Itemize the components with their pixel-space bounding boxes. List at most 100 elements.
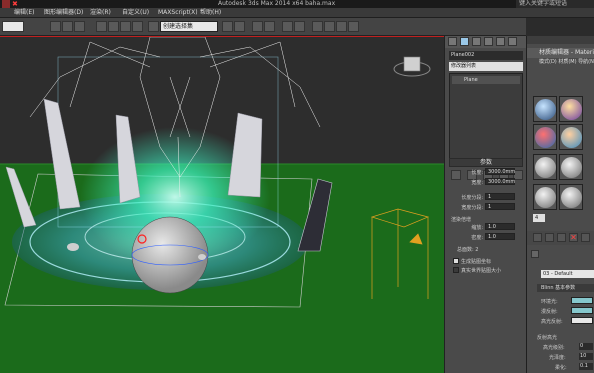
hierarchy-tab-icon[interactable] xyxy=(472,37,481,46)
spec-level-field[interactable]: 0 xyxy=(579,343,593,350)
display-tab-icon[interactable] xyxy=(496,37,505,46)
crystal-shard xyxy=(227,112,263,198)
copy-material-icon[interactable] xyxy=(581,233,590,242)
close-file-icon[interactable]: ✖ xyxy=(12,0,20,8)
width-segs-field[interactable]: 1 xyxy=(485,203,515,210)
menu-help[interactable]: 帮助(H) xyxy=(200,8,221,18)
parameters-rollout[interactable]: 参数 xyxy=(449,158,523,167)
angle-snap-icon[interactable] xyxy=(108,21,119,32)
material-slot[interactable] xyxy=(533,124,557,150)
schematic-view-icon[interactable] xyxy=(294,21,305,32)
put-to-scene-icon[interactable] xyxy=(545,233,554,242)
rendered-frame-icon[interactable] xyxy=(336,21,347,32)
ambient-color-swatch[interactable] xyxy=(571,297,593,304)
scale-label: 缩放: xyxy=(471,225,483,231)
object-name-field[interactable]: Plane002 xyxy=(449,51,523,60)
gloss-label: 光泽度: xyxy=(549,355,566,361)
modifier-list-dropdown[interactable]: 修改器列表 xyxy=(449,62,523,71)
material-slot[interactable] xyxy=(559,184,583,210)
select-object-icon[interactable] xyxy=(2,21,24,32)
length-segs-field[interactable]: 1 xyxy=(485,193,515,200)
length-label: 长度: xyxy=(471,170,483,176)
edit-named-selection-icon[interactable] xyxy=(148,21,159,32)
menu-customize[interactable]: 自定义(U) xyxy=(122,8,149,18)
menu-bar: 编辑(E) 图形编辑器(D) 渲染(R) 自定义(U) MAXScript(X)… xyxy=(0,8,594,18)
named-selection-set-combo[interactable]: 创建选择集 xyxy=(160,21,218,32)
specular-highlights-label: 反射高光 xyxy=(537,335,558,341)
width-segs-label: 宽度分段: xyxy=(461,205,483,211)
material-slot[interactable] xyxy=(533,184,557,210)
width-field[interactable]: 3000.0mm xyxy=(485,178,515,185)
material-slot[interactable] xyxy=(559,96,583,122)
material-slot[interactable] xyxy=(533,154,557,180)
snap-toggle-icon[interactable] xyxy=(96,21,107,32)
menu-graph-editors[interactable]: 图形编辑器(D) xyxy=(44,8,83,18)
material-slot[interactable] xyxy=(533,96,557,122)
utilities-tab-icon[interactable] xyxy=(508,37,517,46)
gloss-field[interactable]: 10 xyxy=(579,353,593,360)
material-editor-menu[interactable]: 模式(D) 材质(M) 导航(N) xyxy=(527,58,594,66)
menu-maxscript[interactable]: MAXScript(X) xyxy=(158,8,198,18)
pebble xyxy=(67,243,79,251)
spinner-snap-icon[interactable] xyxy=(132,21,143,32)
real-world-label: 真实世界贴图大小 xyxy=(461,268,502,274)
reset-material-icon[interactable]: ✕ xyxy=(569,233,578,242)
material-sample-sphere xyxy=(561,157,582,178)
viewport-scene xyxy=(0,37,444,373)
app-logo-icon[interactable] xyxy=(2,0,10,8)
create-tab-icon[interactable] xyxy=(448,37,457,46)
material-sample-sphere xyxy=(535,157,556,178)
perspective-viewport[interactable] xyxy=(0,36,444,373)
main-toolbar: 创建选择集 xyxy=(0,18,526,36)
sphere-object xyxy=(131,216,209,294)
align-icon[interactable] xyxy=(234,21,245,32)
menu-edit[interactable]: 编辑(E) xyxy=(14,8,34,18)
gen-mapping-label: 生成贴图坐标 xyxy=(461,259,492,265)
specular-label: 高光反射: xyxy=(541,319,563,325)
material-slot[interactable] xyxy=(559,154,583,180)
diffuse-color-swatch[interactable] xyxy=(571,307,593,314)
render-setup-icon[interactable] xyxy=(324,21,335,32)
material-editor-title: 材质编辑器 - Material xyxy=(527,48,594,58)
material-sample-sphere xyxy=(535,127,556,148)
modify-tab-icon[interactable] xyxy=(460,37,469,46)
specular-color-swatch[interactable] xyxy=(571,317,593,324)
menu-rendering[interactable]: 渲染(R) xyxy=(90,8,111,18)
layer-manager-icon[interactable] xyxy=(252,21,263,32)
material-editor-icon[interactable] xyxy=(312,21,323,32)
window-title: Autodesk 3ds Max 2014 x64 baha.max xyxy=(218,0,336,7)
material-name-field[interactable]: 03 - Default xyxy=(541,270,594,278)
percent-snap-icon[interactable] xyxy=(120,21,131,32)
material-sample-sphere xyxy=(561,187,582,208)
get-material-icon[interactable] xyxy=(533,233,542,242)
search-input[interactable]: 键入关键字或短语 xyxy=(516,0,594,8)
density-field[interactable]: 1.0 xyxy=(485,233,515,240)
modifier-stack: Plane xyxy=(449,73,523,165)
total-faces-label: 总面数: 2 xyxy=(457,247,479,253)
scale-field[interactable]: 1.0 xyxy=(485,223,515,230)
material-slot[interactable] xyxy=(559,124,583,150)
diffuse-label: 漫反射: xyxy=(541,309,558,315)
gen-mapping-checkbox[interactable] xyxy=(453,258,459,264)
mirror-icon[interactable] xyxy=(222,21,233,32)
stack-item-plane[interactable]: Plane xyxy=(452,76,520,84)
assign-material-icon[interactable] xyxy=(557,233,566,242)
soften-field[interactable]: 0.1 xyxy=(579,363,593,370)
render-production-icon[interactable] xyxy=(348,21,359,32)
render-multipliers-label: 渲染倍增 xyxy=(451,217,472,223)
blinn-basic-rollout[interactable]: Blinn 基本参数 xyxy=(537,284,594,292)
select-move-icon[interactable] xyxy=(50,21,61,32)
real-world-checkbox[interactable] xyxy=(453,267,459,273)
select-scale-icon[interactable] xyxy=(74,21,85,32)
length-field[interactable]: 3000.0mm xyxy=(485,168,515,175)
motion-tab-icon[interactable] xyxy=(484,37,493,46)
select-rotate-icon[interactable] xyxy=(62,21,73,32)
graphite-ribbon-icon[interactable] xyxy=(264,21,275,32)
pick-material-icon[interactable] xyxy=(531,250,539,258)
density-label: 密度: xyxy=(471,235,483,241)
pin-stack-icon[interactable] xyxy=(451,170,461,180)
curve-editor-icon[interactable] xyxy=(282,21,293,32)
command-panel-tabs xyxy=(445,36,527,48)
command-panel: Plane002 修改器列表 Plane 参数 长度: 3000.0mm 宽度:… xyxy=(444,36,527,373)
pebble xyxy=(198,254,206,260)
